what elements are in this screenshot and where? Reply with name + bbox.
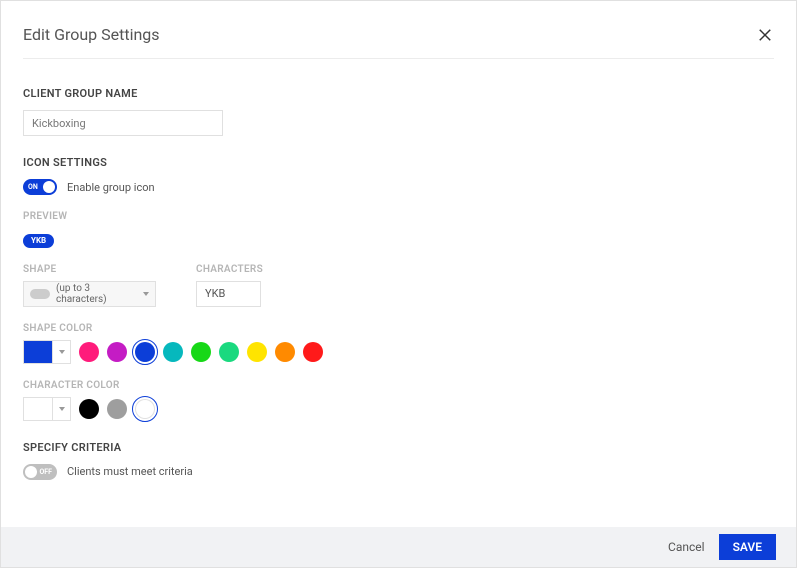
- page-title: Edit Group Settings: [23, 25, 160, 44]
- character-color-select[interactable]: [23, 397, 71, 421]
- shape-color-swatch[interactable]: [135, 342, 155, 362]
- shape-color-swatch[interactable]: [107, 342, 127, 362]
- character-color-swatch[interactable]: [135, 399, 155, 419]
- toggle-on-label: ON: [28, 183, 38, 191]
- toggle-knob: [43, 181, 55, 193]
- shape-color-swatch[interactable]: [163, 342, 183, 362]
- shape-color-select[interactable]: [23, 340, 71, 364]
- shape-color-label: SHAPE COLOR: [23, 323, 774, 334]
- chevron-down-icon: [59, 350, 65, 354]
- shape-color-row: [23, 340, 774, 364]
- character-color-swatch[interactable]: [79, 399, 99, 419]
- character-color-current: [24, 398, 52, 420]
- shape-color-swatch[interactable]: [303, 342, 323, 362]
- shape-select-text: (up to 3 characters): [56, 283, 137, 305]
- group-name-input[interactable]: [23, 110, 223, 136]
- close-button[interactable]: [756, 26, 774, 44]
- group-name-label: CLIENT GROUP NAME: [23, 87, 774, 100]
- pill-shape-icon: [30, 289, 50, 299]
- character-color-label: CHARACTER COLOR: [23, 380, 774, 391]
- criteria-label: SPECIFY CRITERIA: [23, 441, 774, 454]
- preview-badge: YKB: [23, 234, 54, 248]
- criteria-toggle[interactable]: OFF: [23, 464, 57, 480]
- shape-select[interactable]: (up to 3 characters): [23, 281, 156, 307]
- shape-color-swatch[interactable]: [275, 342, 295, 362]
- close-icon: [756, 26, 774, 44]
- criteria-text: Clients must meet criteria: [67, 465, 193, 478]
- character-color-row: [23, 397, 774, 421]
- preview-label: PREVIEW: [23, 211, 774, 222]
- character-color-swatch[interactable]: [107, 399, 127, 419]
- shape-color-swatch[interactable]: [79, 342, 99, 362]
- characters-input[interactable]: [196, 281, 261, 307]
- enable-icon-toggle[interactable]: ON: [23, 179, 57, 195]
- shape-color-swatch[interactable]: [219, 342, 239, 362]
- cancel-button[interactable]: Cancel: [668, 540, 705, 554]
- chevron-down-icon: [143, 292, 149, 296]
- chevron-down-icon: [59, 407, 65, 411]
- shape-color-current: [24, 341, 52, 363]
- shape-color-swatch[interactable]: [247, 342, 267, 362]
- shape-color-swatch[interactable]: [191, 342, 211, 362]
- toggle-off-label: OFF: [39, 468, 52, 476]
- enable-icon-text: Enable group icon: [67, 181, 155, 194]
- toggle-knob: [25, 466, 37, 478]
- footer: Cancel SAVE: [1, 527, 796, 567]
- shape-label: SHAPE: [23, 264, 156, 275]
- characters-label: CHARACTERS: [196, 264, 263, 275]
- icon-settings-label: ICON SETTINGS: [23, 156, 774, 169]
- save-button[interactable]: SAVE: [719, 534, 776, 560]
